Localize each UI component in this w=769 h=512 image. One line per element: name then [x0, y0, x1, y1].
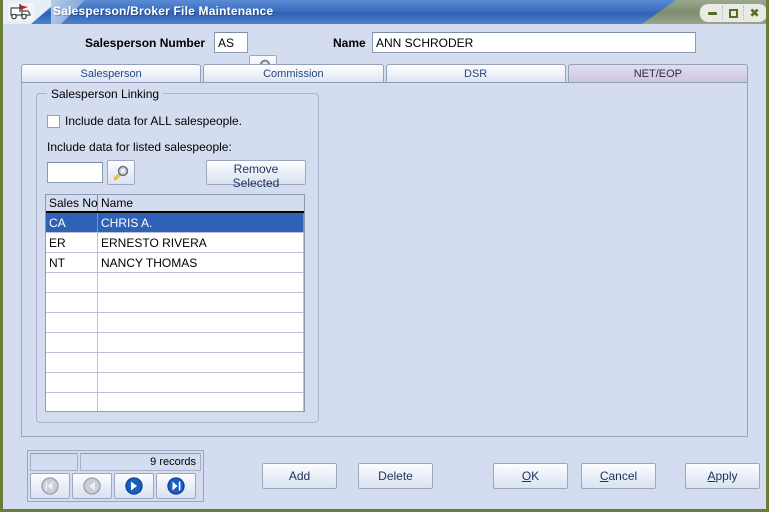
table-row[interactable]: [46, 393, 304, 411]
tab-net-eop[interactable]: NET/EOP: [567, 64, 748, 82]
grid-column-header-sales-no: Sales No: [46, 195, 98, 211]
tab-commission[interactable]: Commission: [203, 64, 384, 82]
table-row[interactable]: [46, 353, 304, 373]
apply-rest: pply: [715, 469, 738, 483]
ok-rest: K: [531, 469, 540, 483]
close-button[interactable]: ✖: [745, 6, 764, 20]
next-record-button[interactable]: [114, 473, 154, 499]
maximize-button[interactable]: [724, 6, 744, 20]
salesperson-number-label: Salesperson Number: [85, 36, 206, 50]
table-row[interactable]: [46, 273, 304, 293]
navigation-buttons: [30, 473, 201, 499]
cell-name: [98, 293, 304, 312]
cancel-rest: ancel: [608, 469, 638, 483]
cell-sales-no: [46, 293, 98, 312]
header-field-row: Salesperson Number Name: [3, 24, 766, 79]
magnifier-icon: [114, 165, 129, 180]
cell-name: [98, 313, 304, 332]
record-navigator: 9 records: [27, 450, 204, 502]
grid-header-row: Sales No Name: [46, 195, 304, 213]
close-icon: ✖: [749, 6, 760, 20]
add-button[interactable]: Add: [262, 463, 337, 489]
tab-dsr[interactable]: DSR: [385, 64, 566, 82]
cell-sales-no: [46, 273, 98, 292]
include-listed-label: Include data for listed salespeople:: [47, 140, 232, 154]
record-count-status: 9 records: [80, 453, 201, 471]
table-row[interactable]: NT NANCY THOMAS: [46, 253, 304, 273]
table-row[interactable]: [46, 373, 304, 393]
maximize-icon: [729, 8, 738, 18]
next-arrow-icon: [125, 477, 143, 495]
cart-flag-icon: [8, 3, 34, 21]
cell-name: [98, 353, 304, 372]
cell-sales-no: CA: [46, 213, 98, 232]
table-row[interactable]: [46, 293, 304, 313]
minimize-button[interactable]: [703, 6, 723, 20]
window-controls: ✖: [699, 3, 766, 23]
name-input[interactable]: [372, 32, 696, 53]
grid-body: CA CHRIS A. ER ERNESTO RIVERA NT NANCY THOMAS: [46, 213, 304, 411]
cell-sales-no: ER: [46, 233, 98, 252]
tab-salesperson[interactable]: Salesperson: [21, 64, 202, 82]
include-all-row: Include data for ALL salespeople.: [47, 114, 242, 128]
cell-sales-no: [46, 373, 98, 392]
table-row[interactable]: CA CHRIS A.: [46, 213, 304, 233]
first-record-button[interactable]: [30, 473, 70, 499]
last-arrow-icon: [167, 477, 185, 495]
status-panels: 9 records: [30, 453, 201, 471]
minimize-icon: [708, 11, 717, 15]
cell-sales-no: [46, 393, 98, 411]
last-record-button[interactable]: [156, 473, 196, 499]
cell-name: [98, 373, 304, 392]
status-panel-left: [30, 453, 78, 471]
table-row[interactable]: [46, 333, 304, 353]
cell-name: NANCY THOMAS: [98, 253, 304, 272]
delete-button[interactable]: Delete: [358, 463, 433, 489]
table-row[interactable]: [46, 313, 304, 333]
cell-sales-no: NT: [46, 253, 98, 272]
table-row[interactable]: ER ERNESTO RIVERA: [46, 233, 304, 253]
cell-name: ERNESTO RIVERA: [98, 233, 304, 252]
name-label: Name: [333, 36, 366, 50]
title-bar: Salesperson/Broker File Maintenance ✖: [3, 0, 766, 24]
cancel-mnemonic: C: [599, 469, 609, 483]
salesperson-linking-group: Salesperson Linking Include data for ALL…: [36, 87, 319, 423]
linked-salespeople-grid[interactable]: Sales No Name CA CHRIS A. ER ERNESTO RIVERA…: [45, 194, 305, 412]
apply-mnemonic: A: [707, 469, 716, 483]
previous-record-button[interactable]: [72, 473, 112, 499]
apply-button[interactable]: Apply: [685, 463, 760, 489]
remove-selected-button[interactable]: Remove Selected: [206, 160, 306, 190]
tab-strip: Salesperson Commission DSR NET/EOP: [21, 64, 748, 82]
first-arrow-icon: [41, 477, 59, 495]
include-all-checkbox[interactable]: [47, 114, 60, 128]
cell-name: [98, 333, 304, 352]
grid-column-header-name: Name: [101, 196, 134, 210]
include-all-label: Include data for ALL salespeople.: [65, 114, 243, 128]
salesperson-number-input[interactable]: [214, 32, 248, 53]
cell-name: CHRIS A.: [98, 213, 304, 232]
cell-name: [98, 393, 304, 411]
link-lookup-button[interactable]: [107, 160, 135, 185]
ok-mnemonic: O: [521, 469, 532, 483]
ok-button[interactable]: OK: [493, 463, 568, 489]
cell-sales-no: [46, 333, 98, 352]
application-window: Salesperson/Broker File Maintenance ✖ Sa…: [0, 0, 769, 512]
tab-panel-net-eop: Salesperson Linking Include data for ALL…: [21, 82, 748, 437]
group-title: Salesperson Linking: [47, 87, 164, 101]
cell-sales-no: [46, 313, 98, 332]
window-title: Salesperson/Broker File Maintenance: [53, 4, 274, 18]
cell-name: [98, 273, 304, 292]
link-code-input[interactable]: [47, 162, 103, 183]
cancel-button[interactable]: Cancel: [581, 463, 656, 489]
cell-sales-no: [46, 353, 98, 372]
previous-arrow-icon: [83, 477, 101, 495]
